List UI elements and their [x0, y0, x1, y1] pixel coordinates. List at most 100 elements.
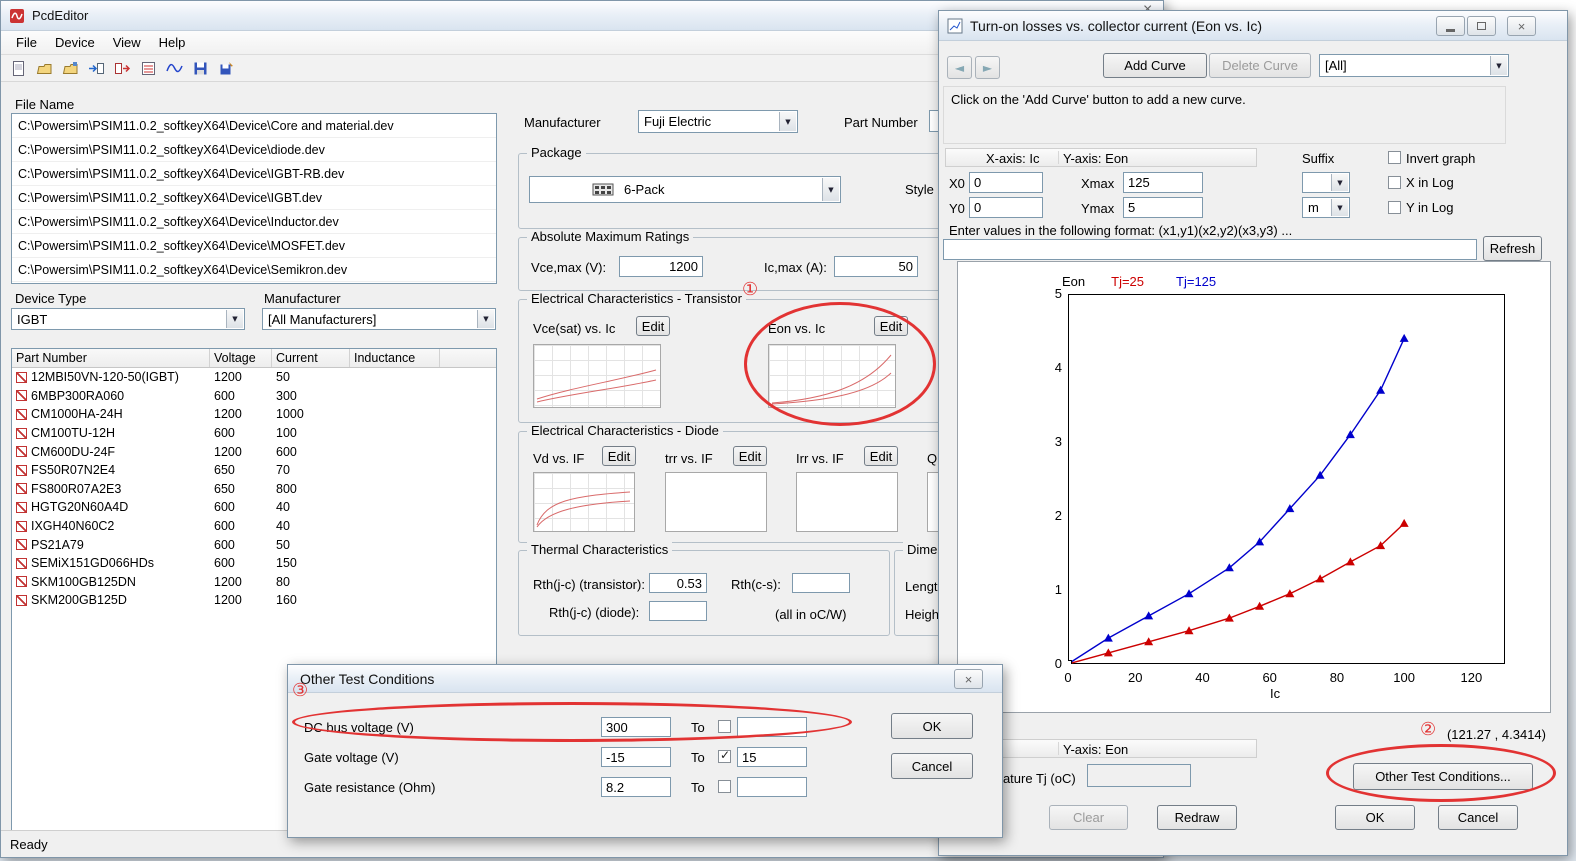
vcesat-edit-button[interactable]: Edit: [636, 316, 670, 336]
chevron-down-icon[interactable]: ▼: [779, 112, 796, 131]
other-test-conditions-button[interactable]: Other Test Conditions...: [1353, 763, 1533, 790]
gate-resistance-input[interactable]: 8.2: [601, 777, 671, 797]
col-voltage[interactable]: Voltage: [210, 349, 272, 367]
x0-input[interactable]: 0: [969, 172, 1043, 193]
gate-voltage-input[interactable]: -15: [601, 747, 671, 767]
file-list-item[interactable]: C:\Powersim\PSIM11.0.2_softkeyX64\Device…: [12, 114, 496, 138]
new-file-icon[interactable]: [9, 59, 28, 77]
minimize-button[interactable]: [1436, 16, 1465, 36]
add-curve-button[interactable]: Add Curve: [1103, 53, 1207, 78]
eon-plot[interactable]: [1068, 294, 1505, 664]
part-row[interactable]: FS800R07A2E3 650 800: [12, 480, 496, 499]
part-row[interactable]: CM100TU-12H 600 100: [12, 424, 496, 443]
part-row[interactable]: PS21A79 600 50: [12, 535, 496, 554]
col-part-number[interactable]: Part Number: [12, 349, 210, 367]
rth-transistor-input[interactable]: 0.53: [649, 573, 707, 593]
chevron-down-icon[interactable]: ▼: [1331, 199, 1348, 216]
rth-diode-input[interactable]: [649, 601, 707, 621]
rth-cs-input[interactable]: [792, 573, 850, 593]
clear-button[interactable]: Clear: [1049, 805, 1128, 830]
waveform-icon[interactable]: [165, 59, 184, 77]
dc-bus-voltage-input[interactable]: 300: [601, 717, 671, 737]
part-row[interactable]: IXGH40N60C2 600 40: [12, 517, 496, 536]
vce-max-input[interactable]: 1200: [619, 256, 703, 277]
y-suffix-select[interactable]: m ▼: [1302, 197, 1350, 218]
part-row[interactable]: 6MBP300RA060 600 300: [12, 387, 496, 406]
part-row[interactable]: CM1000HA-24H 1200 1000: [12, 405, 496, 424]
diode-char-legend: Electrical Characteristics - Diode: [527, 423, 723, 438]
file-list-item[interactable]: C:\Powersim\PSIM11.0.2_softkeyX64\Device…: [12, 186, 496, 210]
junction-temp-input[interactable]: [1087, 764, 1191, 787]
package-select[interactable]: 6-Pack ▼: [529, 176, 841, 203]
invert-graph-checkbox[interactable]: [1388, 151, 1401, 164]
export-device-icon[interactable]: [113, 59, 132, 77]
gate-voltage-to-input[interactable]: 15: [737, 747, 807, 767]
menu-device[interactable]: Device: [46, 32, 104, 53]
gate-resistance-range-checkbox[interactable]: [718, 780, 731, 793]
file-list-item[interactable]: C:\Powersim\PSIM11.0.2_softkeyX64\Device…: [12, 210, 496, 234]
trr-edit-button[interactable]: Edit: [733, 446, 767, 466]
menu-view[interactable]: View: [104, 32, 150, 53]
x-log-checkbox[interactable]: [1388, 176, 1401, 189]
chevron-down-icon[interactable]: ▼: [822, 178, 839, 201]
col-current[interactable]: Current: [272, 349, 350, 367]
menu-help[interactable]: Help: [150, 32, 195, 53]
save-as-icon[interactable]: [217, 59, 236, 77]
vce-max-label: Vce,max (V):: [531, 260, 606, 275]
vd-edit-button[interactable]: Edit: [602, 446, 636, 466]
y-log-checkbox[interactable]: [1388, 201, 1401, 214]
curve-filter-select[interactable]: [All] ▼: [1319, 54, 1509, 77]
x-suffix-select[interactable]: ▼: [1302, 172, 1350, 193]
ok-button[interactable]: OK: [1335, 805, 1415, 830]
gate-voltage-range-checkbox[interactable]: [718, 750, 731, 763]
ic-max-input[interactable]: 50: [834, 256, 918, 277]
file-list-item[interactable]: C:\Powersim\PSIM11.0.2_softkeyX64\Device…: [12, 162, 496, 186]
col-inductance[interactable]: Inductance: [350, 349, 440, 367]
dc-bus-range-checkbox[interactable]: [718, 720, 731, 733]
chevron-down-icon[interactable]: ▼: [477, 310, 494, 328]
eon-edit-button[interactable]: Edit: [874, 316, 908, 336]
part-row[interactable]: FS50R07N2E4 650 70: [12, 461, 496, 480]
part-icon: [16, 483, 27, 494]
part-row[interactable]: SKM100GB125DN 1200 80: [12, 573, 496, 592]
y0-input[interactable]: 0: [969, 197, 1043, 218]
device-type-select[interactable]: IGBT ▼: [11, 308, 245, 330]
maximize-button[interactable]: [1467, 16, 1496, 36]
dialog-ok-button[interactable]: OK: [891, 713, 973, 739]
open-folder-icon[interactable]: [35, 59, 54, 77]
delete-curve-button[interactable]: Delete Curve: [1209, 53, 1311, 78]
forward-button[interactable]: ►: [975, 56, 1000, 79]
dialog-cancel-button[interactable]: Cancel: [891, 753, 973, 779]
part-row[interactable]: SKM200GB125D 1200 160: [12, 591, 496, 610]
dc-bus-to-input[interactable]: [737, 717, 807, 737]
menu-file[interactable]: File: [7, 32, 46, 53]
y0-label: Y0: [949, 201, 965, 216]
close-button[interactable]: ×: [1507, 16, 1536, 36]
values-input[interactable]: [943, 239, 1477, 260]
save-icon[interactable]: [191, 59, 210, 77]
part-row[interactable]: CM600DU-24F 1200 600: [12, 442, 496, 461]
part-row[interactable]: 12MBI50VN-120-50(IGBT) 1200 50: [12, 368, 496, 387]
gate-resistance-to-input[interactable]: [737, 777, 807, 797]
part-row[interactable]: HGTG20N60A4D 600 40: [12, 498, 496, 517]
chevron-down-icon[interactable]: ▼: [1331, 174, 1348, 191]
chevron-down-icon[interactable]: ▼: [226, 310, 243, 328]
irr-edit-button[interactable]: Edit: [864, 446, 898, 466]
open-library-icon[interactable]: [61, 59, 80, 77]
manufacturer-filter-select[interactable]: [All Manufacturers] ▼: [262, 308, 496, 330]
refresh-button[interactable]: Refresh: [1483, 236, 1542, 261]
file-list-item[interactable]: C:\Powersim\PSIM11.0.2_softkeyX64\Device…: [12, 138, 496, 162]
cancel-button[interactable]: Cancel: [1438, 805, 1518, 830]
device-list-icon[interactable]: [139, 59, 158, 77]
chevron-down-icon[interactable]: ▼: [1490, 56, 1507, 75]
xmax-input[interactable]: 125: [1123, 172, 1203, 193]
redraw-button[interactable]: Redraw: [1157, 805, 1237, 830]
ymax-input[interactable]: 5: [1123, 197, 1203, 218]
back-button[interactable]: ◄: [947, 56, 972, 79]
dialog-close-button[interactable]: ×: [954, 669, 983, 689]
file-list-item[interactable]: C:\Powersim\PSIM11.0.2_softkeyX64\Device…: [12, 258, 496, 282]
file-list-item[interactable]: C:\Powersim\PSIM11.0.2_softkeyX64\Device…: [12, 234, 496, 258]
import-device-icon[interactable]: [87, 59, 106, 77]
detail-manufacturer-select[interactable]: Fuji Electric ▼: [638, 110, 798, 133]
part-row[interactable]: SEMiX151GD066HDs 600 150: [12, 554, 496, 573]
